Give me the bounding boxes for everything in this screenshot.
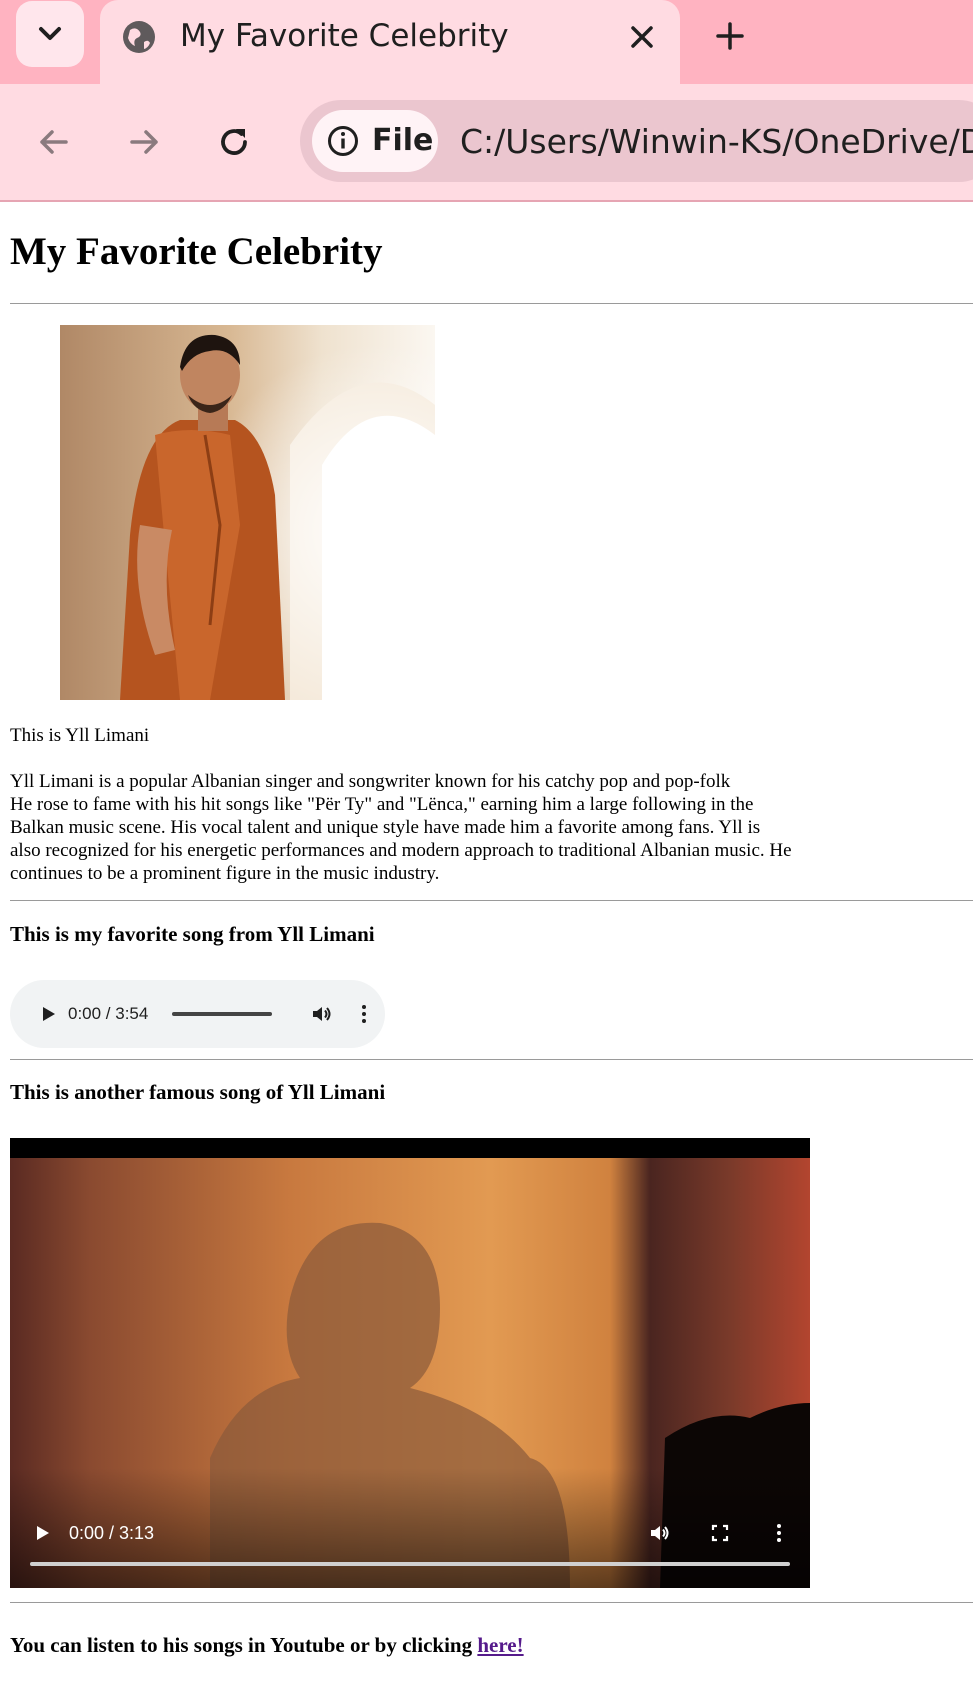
forward-button[interactable] (120, 118, 168, 166)
active-tab[interactable]: My Favorite Celebrity (100, 0, 680, 86)
new-tab-button[interactable] (708, 14, 752, 58)
tab-strip: My Favorite Celebrity (0, 0, 973, 86)
site-info-chip[interactable]: File (312, 110, 438, 172)
page-title: My Favorite Celebrity (10, 230, 383, 273)
reload-button[interactable] (210, 118, 258, 166)
audio-time: 0:00 / 3:54 (68, 1004, 149, 1023)
audio-player: 0:00 / 3:54 (10, 980, 385, 1048)
footer-text: You can listen to his songs in Youtube o… (10, 1632, 524, 1658)
globe-icon (123, 21, 155, 53)
video-time: 0:00 / 3:13 (69, 1523, 155, 1543)
volume-icon[interactable] (310, 1002, 334, 1026)
audio-seek-bar[interactable] (172, 1012, 272, 1016)
bio-line: Yll Limani is a popular Albanian singer … (10, 771, 731, 792)
divider (10, 303, 973, 304)
reload-icon (221, 129, 247, 155)
url-text[interactable]: C:/Users/Winwin-KS/OneDrive/Do (460, 124, 973, 160)
video-player: 0:00 / 3:13 (10, 1138, 810, 1588)
page-content: My Favorite Celebrity This is Yll Limani… (0, 202, 973, 1695)
audio-heading: This is my favorite song from Yll Limani (10, 922, 375, 946)
chevron-down-icon (39, 27, 61, 40)
bio-line: Balkan music scene. His vocal talent and… (10, 817, 761, 838)
site-info-label: File (372, 123, 434, 158)
fullscreen-icon[interactable] (708, 1521, 732, 1545)
close-icon[interactable] (625, 20, 659, 54)
arrow-left-icon (40, 130, 68, 154)
browser-toolbar: File C:/Users/Winwin-KS/OneDrive/Do (0, 84, 973, 202)
divider (10, 1059, 973, 1060)
play-icon[interactable] (30, 1521, 54, 1545)
back-button[interactable] (30, 118, 78, 166)
info-icon (328, 126, 358, 156)
video-seek-bar[interactable] (30, 1562, 790, 1566)
bio-line: also recognized for his energetic perfor… (10, 840, 792, 861)
bio-line: He rose to fame with his hit songs like … (10, 794, 754, 815)
divider (10, 1602, 973, 1603)
tab-title: My Favorite Celebrity (180, 18, 509, 54)
divider (10, 900, 973, 901)
celebrity-photo (60, 325, 435, 700)
more-options-icon[interactable] (352, 1002, 376, 1026)
volume-icon[interactable] (648, 1521, 672, 1545)
more-options-icon[interactable] (767, 1521, 791, 1545)
footer-text-label: You can listen to his songs in Youtube o… (10, 1633, 478, 1657)
video-heading: This is another famous song of Yll Liman… (10, 1080, 386, 1104)
bio-line: continues to be a prominent figure in th… (10, 863, 440, 884)
bio-paragraph: Yll Limani is a popular Albanian singer … (10, 770, 860, 885)
arrow-right-icon (130, 130, 158, 154)
photo-caption: This is Yll Limani (10, 725, 150, 746)
plus-icon (716, 22, 744, 50)
play-icon[interactable] (36, 1002, 60, 1026)
tab-search-button[interactable] (16, 1, 84, 67)
here-link[interactable]: here! (477, 1633, 523, 1657)
address-bar[interactable]: File C:/Users/Winwin-KS/OneDrive/Do (300, 100, 973, 182)
